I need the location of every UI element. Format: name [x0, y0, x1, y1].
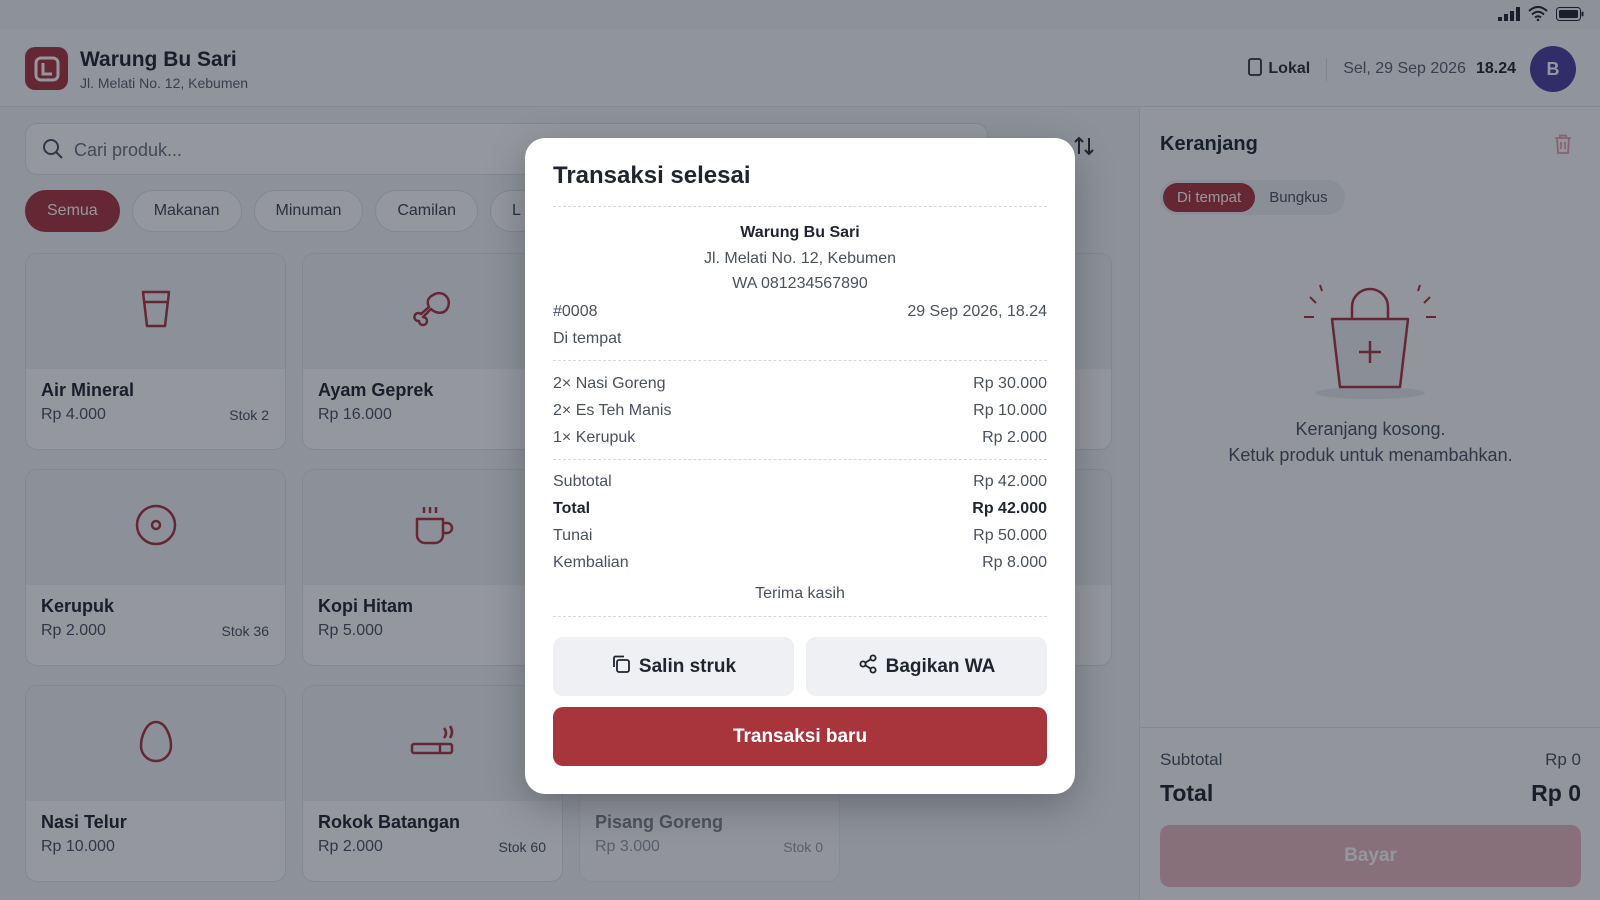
receipt-cash-row: Tunai Rp 50.000: [553, 527, 1047, 545]
subtotal-value: Rp 42.000: [973, 473, 1047, 490]
copy-icon: [611, 654, 631, 680]
share-icon: [858, 654, 878, 680]
receipt-address: Jl. Melati No. 12, Kebumen: [703, 250, 897, 267]
share-wa-label: Bagikan WA: [885, 655, 996, 677]
cash-label: Tunai: [553, 527, 593, 544]
item-label: 2× Es Teh Manis: [553, 402, 672, 419]
subtotal-label: Subtotal: [553, 473, 612, 490]
receipt-thanks: Terima kasih: [755, 585, 845, 602]
item-label: 1× Kerupuk: [553, 429, 636, 446]
new-transaction-button[interactable]: Transaksi baru: [553, 707, 1047, 766]
divider: [553, 206, 1047, 207]
change-label: Kembalian: [553, 554, 629, 571]
receipt-order-type: Di tempat: [553, 330, 622, 347]
receipt-change-row: Kembalian Rp 8.000: [553, 554, 1047, 572]
receipt-store-name: Warung Bu Sari: [740, 224, 860, 241]
copy-receipt-button[interactable]: Salin struk: [553, 637, 794, 696]
dialog-title: Transaksi selesai: [553, 162, 751, 189]
divider: [553, 459, 1047, 460]
receipt-order-type-row: Di tempat: [553, 330, 1047, 348]
receipt-item: 2× Nasi Goreng Rp 30.000: [553, 375, 1047, 393]
transaction-complete-dialog: Transaksi selesai Warung Bu Sari Jl. Mel…: [525, 138, 1075, 794]
change-value: Rp 8.000: [982, 554, 1047, 571]
receipt-item: 1× Kerupuk Rp 2.000: [553, 429, 1047, 447]
receipt-datetime: 29 Sep 2026, 18.24: [907, 303, 1047, 320]
item-amount: Rp 30.000: [973, 375, 1047, 392]
total-value: Rp 42.000: [972, 500, 1047, 517]
item-label: 2× Nasi Goreng: [553, 375, 666, 392]
cash-value: Rp 50.000: [973, 527, 1047, 544]
copy-receipt-label: Salin struk: [638, 655, 737, 677]
receipt-item: 2× Es Teh Manis Rp 10.000: [553, 402, 1047, 420]
divider: [553, 616, 1047, 617]
share-wa-button[interactable]: Bagikan WA: [806, 637, 1047, 696]
receipt-total-row: Total Rp 42.000: [553, 500, 1047, 518]
item-amount: Rp 2.000: [982, 429, 1047, 446]
total-label: Total: [553, 500, 591, 517]
divider: [553, 360, 1047, 361]
receipt-phone: WA 081234567890: [732, 275, 868, 292]
item-amount: Rp 10.000: [973, 402, 1047, 419]
receipt-number: #0008: [553, 303, 598, 320]
receipt-subtotal-row: Subtotal Rp 42.000: [553, 473, 1047, 491]
receipt-meta-row: #0008 29 Sep 2026, 18.24: [553, 303, 1047, 321]
